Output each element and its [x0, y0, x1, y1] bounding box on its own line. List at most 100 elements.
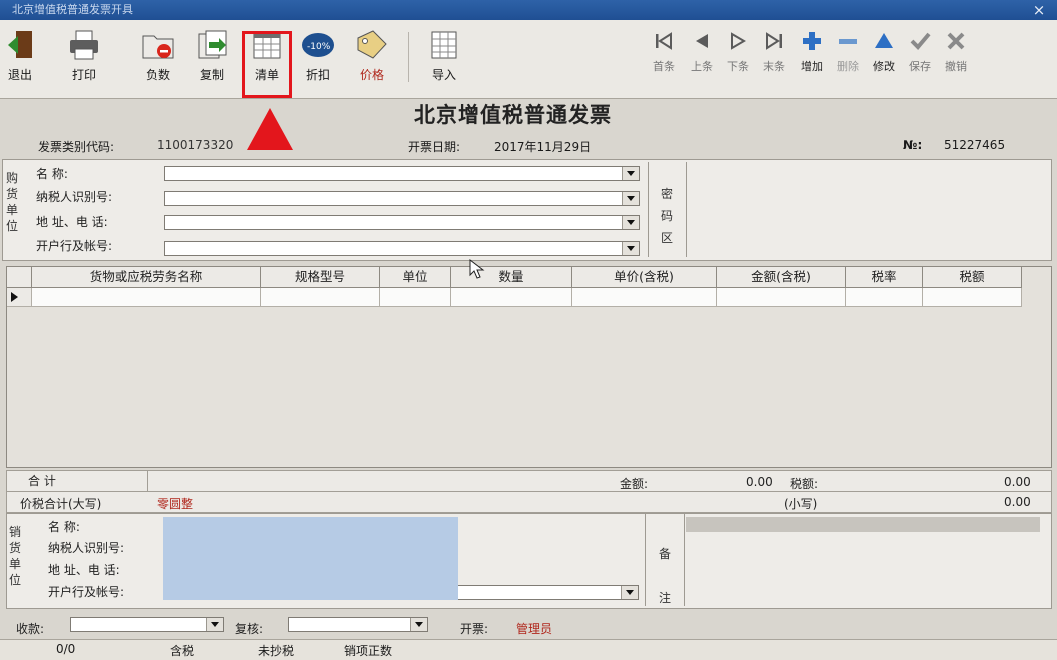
table-cell[interactable]	[846, 288, 923, 307]
add-button[interactable]: 增加	[794, 24, 830, 74]
totals-row	[6, 470, 1052, 492]
printer-icon	[70, 30, 98, 60]
title-bar: 北京增值税普通发票开具 ×	[0, 0, 1057, 20]
password-divider	[686, 162, 687, 257]
highlight-box	[242, 31, 292, 98]
buyer-taxid-label: 纳税人识别号:	[36, 190, 113, 204]
table-cell[interactable]	[451, 288, 572, 307]
status-tax-mode: 含税	[170, 644, 195, 658]
items-grid[interactable]: 货物或应税劳务名称 规格型号 单位 数量 单价(含税) 金额(含税) 税率 税额	[6, 266, 1052, 468]
delete-button[interactable]: 删除	[830, 24, 866, 74]
prev-record-button[interactable]: 上条	[684, 24, 720, 74]
first-record-button[interactable]: 首条	[646, 24, 682, 74]
buyer-bank-label: 开户行及帐号:	[36, 239, 113, 253]
window-title: 北京增值税普通发票开具	[12, 3, 133, 16]
cross-icon	[947, 32, 965, 50]
discount-button[interactable]: -10% 折扣	[298, 24, 338, 88]
payee-label: 收款:	[16, 622, 45, 636]
copy-button[interactable]: 复制	[192, 24, 232, 88]
last-record-button[interactable]: 末条	[756, 24, 792, 74]
toolbar: 退出 打印 负数 复制 清单 -10% 折扣 价格 导入 首条 上条 下条 末条…	[0, 20, 1057, 99]
chevron-down-icon[interactable]	[622, 167, 639, 180]
status-item-type: 销项正数	[344, 644, 393, 658]
status-copied: 未抄税	[258, 644, 295, 658]
price-tag-icon	[357, 30, 387, 59]
chevron-down-icon[interactable]	[410, 618, 427, 631]
minus-icon	[839, 39, 857, 44]
type-code-label: 发票类别代码:	[38, 140, 115, 154]
discount-badge-icon: -10%	[302, 33, 334, 57]
chevron-down-icon[interactable]	[621, 586, 638, 599]
remark-field[interactable]	[686, 517, 1040, 532]
buyer-taxid-combo[interactable]	[164, 191, 640, 206]
table-cell[interactable]	[380, 288, 451, 307]
chevron-down-icon[interactable]	[622, 216, 639, 229]
toolbar-separator	[408, 32, 409, 82]
table-cell[interactable]	[923, 288, 1022, 307]
total-words-value: 零圆整	[157, 497, 194, 511]
negative-button[interactable]: 负数	[134, 24, 182, 88]
date-label: 开票日期:	[408, 140, 461, 154]
row-selector[interactable]	[7, 288, 32, 307]
copy-icon	[198, 30, 227, 59]
exit-button[interactable]: 退出	[4, 24, 36, 88]
chevron-down-icon[interactable]	[206, 618, 223, 631]
tax-value: 0.00	[1004, 475, 1031, 489]
payee-combo[interactable]	[70, 617, 224, 632]
folder-minus-icon	[142, 35, 174, 59]
import-button[interactable]: 导入	[424, 24, 464, 88]
arrow-right-icon	[731, 32, 746, 50]
buyer-name-combo[interactable]	[164, 166, 640, 181]
column-header[interactable]: 规格型号	[261, 267, 380, 288]
remark-label: 备注	[658, 547, 671, 605]
column-header[interactable]: 单价(含税)	[572, 267, 717, 288]
table-cell[interactable]	[572, 288, 717, 307]
total-words-label: 价税合计(大写)	[20, 497, 102, 511]
column-header[interactable]: 税额	[923, 267, 1022, 288]
red-arrow-annotation	[247, 108, 293, 150]
skip-last-icon	[766, 32, 782, 50]
save-button[interactable]: 保存	[902, 24, 938, 74]
invoice-title: 北京增值税普通发票	[414, 103, 612, 127]
table-cell[interactable]	[261, 288, 380, 307]
column-header[interactable]: 单位	[380, 267, 451, 288]
price-button[interactable]: 价格	[352, 24, 392, 88]
print-button[interactable]: 打印	[60, 24, 108, 88]
table-cell[interactable]	[717, 288, 846, 307]
seller-address-label: 地 址、电 话:	[48, 563, 120, 577]
exit-door-icon	[8, 31, 32, 58]
column-header[interactable]: 货物或应税劳务名称	[32, 267, 261, 288]
chevron-down-icon[interactable]	[622, 192, 639, 205]
password-area-label: 密码区	[660, 187, 673, 245]
chevron-down-icon[interactable]	[622, 242, 639, 255]
sum-label: 合 计	[28, 474, 56, 488]
plus-icon	[803, 32, 821, 50]
total-small-value: 0.00	[1004, 495, 1031, 509]
reviewer-combo[interactable]	[288, 617, 428, 632]
buyer-address-combo[interactable]	[164, 215, 640, 230]
date-value: 2017年11月29日	[494, 140, 592, 154]
buyer-side-label: 购货单位	[5, 171, 18, 233]
amount-label: 金额:	[620, 477, 649, 491]
modify-button[interactable]: 修改	[866, 24, 902, 74]
column-header[interactable]: 金额(含税)	[717, 267, 846, 288]
undo-button[interactable]: 撤销	[938, 24, 974, 74]
buyer-name-label: 名 称:	[36, 167, 68, 181]
password-divider	[648, 162, 649, 257]
close-icon[interactable]: ×	[1029, 0, 1049, 20]
tax-label: 税额:	[790, 477, 819, 491]
reviewer-label: 复核:	[235, 622, 264, 636]
invoice-no-label: №:	[903, 138, 923, 152]
column-header[interactable]: 税率	[846, 267, 923, 288]
arrow-left-icon	[696, 34, 708, 48]
triangle-up-icon	[875, 33, 893, 48]
next-record-button[interactable]: 下条	[720, 24, 756, 74]
buyer-bank-combo[interactable]	[164, 241, 640, 256]
status-count: 0/0	[56, 642, 76, 656]
issuer-value: 管理员	[516, 622, 553, 636]
table-cell[interactable]	[32, 288, 261, 307]
svg-text:-10%: -10%	[307, 42, 331, 52]
seller-taxid-label: 纳税人识别号:	[48, 541, 125, 555]
seller-side-label: 销货单位	[8, 525, 21, 587]
status-bar: 0/0 含税 未抄税 销项正数	[0, 639, 1057, 660]
